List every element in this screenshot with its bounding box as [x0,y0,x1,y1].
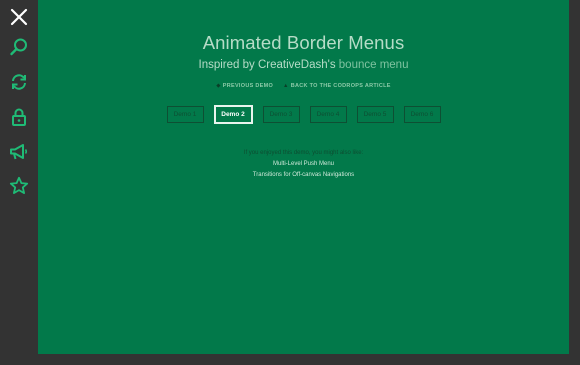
previous-demo-label: PREVIOUS DEMO [222,83,274,89]
search-button[interactable] [0,32,37,62]
back-to-article-link[interactable]: ▲ BACK TO THE CODROPS ARTICLE [283,83,391,89]
close-icon [10,8,27,26]
announce-button[interactable] [0,137,37,167]
page-title: Animated Border Menus [202,32,405,53]
demo-button-5[interactable]: Demo 5 [356,106,394,123]
related-intro: If you enjoyed this demo, you might also… [243,150,364,156]
refresh-button[interactable] [0,67,37,97]
arrow-up-icon: ▲ [282,83,289,89]
demo-button-1[interactable]: Demo 1 [166,106,204,123]
lock-icon [11,108,26,126]
subtitle-text: Inspired by CreativeDash's [198,59,339,71]
previous-demo-link[interactable]: ◆ PREVIOUS DEMO [216,83,273,89]
search-icon [9,38,27,56]
related-link-1[interactable]: Multi-Level Push Menu [38,161,569,167]
demo-button-3[interactable]: Demo 3 [262,106,300,123]
content-area: Animated Border Menus Inspired by Creati… [38,0,569,354]
favorite-button[interactable] [0,171,37,201]
refresh-icon [11,74,26,90]
bounce-menu-link[interactable]: bounce menu [339,59,409,71]
lock-button[interactable] [0,102,37,132]
top-nav-links: ◆ PREVIOUS DEMO ▲ BACK TO THE CODROPS ARTI… [38,83,569,89]
demo-button-4[interactable]: Demo 4 [309,106,347,123]
sidebar [0,0,37,365]
related-link-2[interactable]: Transitions for Off-canvas Navigations [38,172,569,178]
demo-menu: Demo 1 Demo 2 Demo 3 Demo 4 Demo 5 Demo … [38,105,569,124]
demo-button-6[interactable]: Demo 6 [403,106,441,123]
page-subtitle: Inspired by CreativeDash's bounce menu [38,59,569,71]
demo-button-2[interactable]: Demo 2 [213,105,253,124]
star-icon [9,176,28,194]
close-button[interactable] [0,2,37,32]
arrow-left-icon: ◆ [216,83,221,89]
back-to-article-label: BACK TO THE CODROPS ARTICLE [290,83,391,89]
megaphone-icon [9,144,27,160]
